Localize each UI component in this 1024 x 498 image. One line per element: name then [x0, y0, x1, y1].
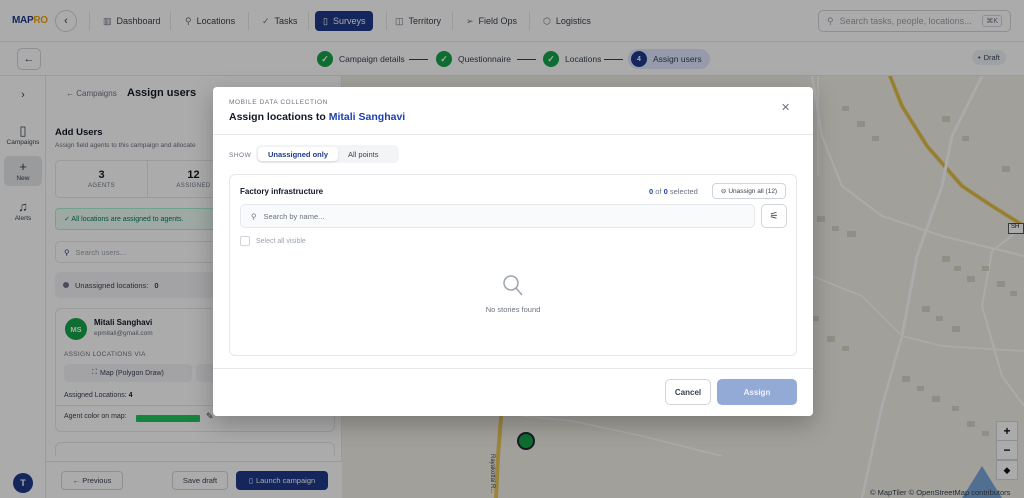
show-label: SHOW [229, 152, 252, 159]
modal-title: Assign locations to Mitali Sanghavi [229, 111, 405, 123]
minus-circle-icon: ⊖ [720, 188, 727, 195]
divider [213, 368, 813, 369]
select-all-visible[interactable]: Select all visible [240, 236, 306, 246]
filter-settings-icon[interactable]: ⚟ [761, 204, 787, 228]
search-icon: ⚲ [251, 211, 257, 221]
modal-title-user: Mitali Sanghavi [328, 111, 406, 123]
filter-all-points[interactable]: All points [338, 147, 388, 161]
modal-eyebrow: MOBILE DATA COLLECTION [229, 99, 328, 106]
app-root: MAPRO ‹ ▥ Dashboard ⚲ Locations ✓ Tasks … [0, 0, 1024, 498]
empty-state-text: No stories found [485, 305, 541, 314]
close-icon[interactable]: ✕ [781, 101, 790, 114]
cancel-button[interactable]: Cancel [665, 379, 711, 405]
assign-locations-modal: MOBILE DATA COLLECTION Assign locations … [213, 87, 813, 416]
filter-toggle: Unassigned only All points [256, 145, 399, 163]
divider [213, 134, 813, 135]
filter-unassigned-only[interactable]: Unassigned only [258, 147, 339, 161]
group-title: Factory infrastructure [240, 187, 324, 196]
selection-count: 0 of 0 selected [649, 187, 698, 196]
location-search-input[interactable]: ⚲ Search by name... [240, 204, 755, 228]
unassign-all-button[interactable]: ⊖ Unassign all (12) [712, 183, 786, 199]
total-count: 0 [663, 187, 668, 196]
empty-search-icon [503, 275, 523, 296]
selected-suffix: selected [669, 187, 698, 196]
location-group: Factory infrastructure 0 of 0 selected ⊖… [229, 174, 797, 356]
assign-button[interactable]: Assign [717, 379, 797, 405]
select-all-label: Select all visible [256, 237, 306, 245]
selected-count: 0 [649, 187, 654, 196]
modal-title-prefix: Assign locations to [229, 111, 326, 123]
location-search-placeholder: Search by name... [263, 211, 325, 221]
unassign-all-label: Unassign all (12) [728, 187, 778, 195]
select-all-checkbox[interactable] [240, 236, 250, 246]
of-label: of [655, 187, 662, 196]
